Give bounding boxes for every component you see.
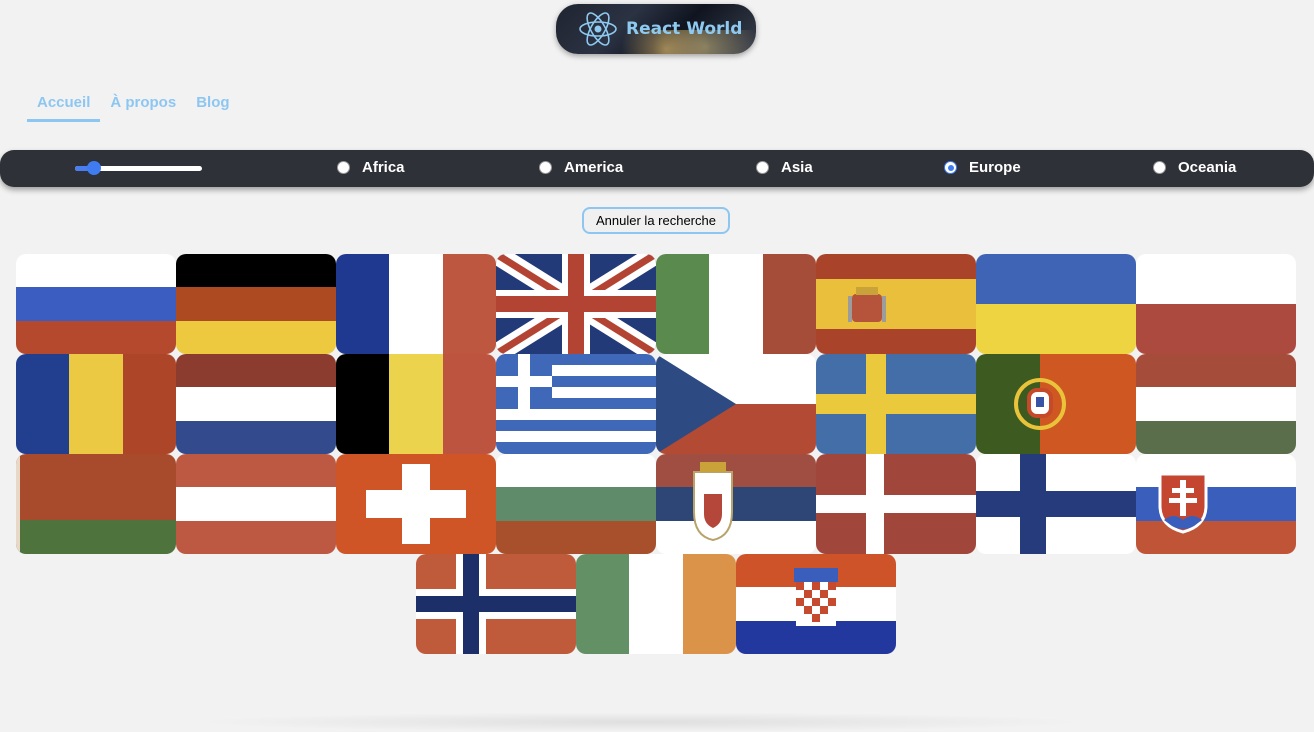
region-option-africa[interactable]: Africa — [337, 159, 405, 176]
germany-flag[interactable] — [176, 254, 336, 354]
norway-flag[interactable] — [416, 554, 576, 654]
radio-asia[interactable] — [756, 161, 769, 174]
switzerland-flag[interactable] — [336, 454, 496, 554]
cancel-search-button[interactable]: Annuler la recherche — [582, 207, 730, 234]
region-label-oceania: Oceania — [1178, 159, 1237, 176]
region-option-asia[interactable]: Asia — [756, 159, 813, 176]
netherlands-flag[interactable] — [176, 354, 336, 454]
nav-link-accueil[interactable]: Accueil — [27, 90, 101, 122]
france-flag[interactable] — [336, 254, 496, 354]
region-label-america: America — [564, 159, 624, 176]
region-option-oceania[interactable]: Oceania — [1153, 159, 1236, 176]
nav-link-a-propos[interactable]: À propos — [100, 90, 186, 122]
belgium-flag[interactable] — [336, 354, 496, 454]
radio-oceania[interactable] — [1153, 161, 1166, 174]
ireland-flag[interactable] — [576, 554, 736, 654]
main-navigation: Accueil À propos Blog — [27, 90, 240, 122]
poland-flag[interactable] — [1136, 254, 1296, 354]
united-kingdom-flag[interactable] — [496, 254, 656, 354]
belarus-flag[interactable] — [16, 454, 176, 554]
filter-bar: Africa America Asia Europe Oceania — [0, 150, 1314, 187]
serbia-flag[interactable] — [656, 454, 816, 554]
region-label-asia: Asia — [781, 159, 813, 176]
radio-africa[interactable] — [337, 161, 350, 174]
region-option-europe[interactable]: Europe — [944, 159, 1021, 176]
croatia-flag[interactable] — [736, 554, 896, 654]
slovakia-flag[interactable] — [1136, 454, 1296, 554]
sweden-flag[interactable] — [816, 354, 976, 454]
romania-flag[interactable] — [16, 354, 176, 454]
czechia-flag[interactable] — [656, 354, 816, 454]
austria-flag[interactable] — [176, 454, 336, 554]
region-label-africa: Africa — [362, 159, 405, 176]
russia-flag[interactable] — [16, 254, 176, 354]
bulgaria-flag[interactable] — [496, 454, 656, 554]
results-range-slider[interactable] — [75, 161, 202, 175]
finland-flag[interactable] — [976, 454, 1136, 554]
logo-text: React World — [626, 19, 743, 39]
app-logo[interactable]: React World — [556, 4, 756, 54]
nav-link-blog[interactable]: Blog — [186, 90, 239, 122]
region-option-america[interactable]: America — [539, 159, 623, 176]
portugal-flag[interactable] — [976, 354, 1136, 454]
slider-thumb[interactable] — [87, 161, 102, 175]
radio-america[interactable] — [539, 161, 552, 174]
react-atom-icon — [579, 12, 617, 46]
italy-flag[interactable] — [656, 254, 816, 354]
ukraine-flag[interactable] — [976, 254, 1136, 354]
region-label-europe: Europe — [969, 159, 1021, 176]
greece-flag[interactable] — [496, 354, 656, 454]
hungary-flag[interactable] — [1136, 354, 1296, 454]
footer-shadow — [190, 712, 1090, 732]
radio-europe[interactable] — [944, 161, 957, 174]
spain-flag[interactable] — [816, 254, 976, 354]
denmark-flag[interactable] — [816, 454, 976, 554]
